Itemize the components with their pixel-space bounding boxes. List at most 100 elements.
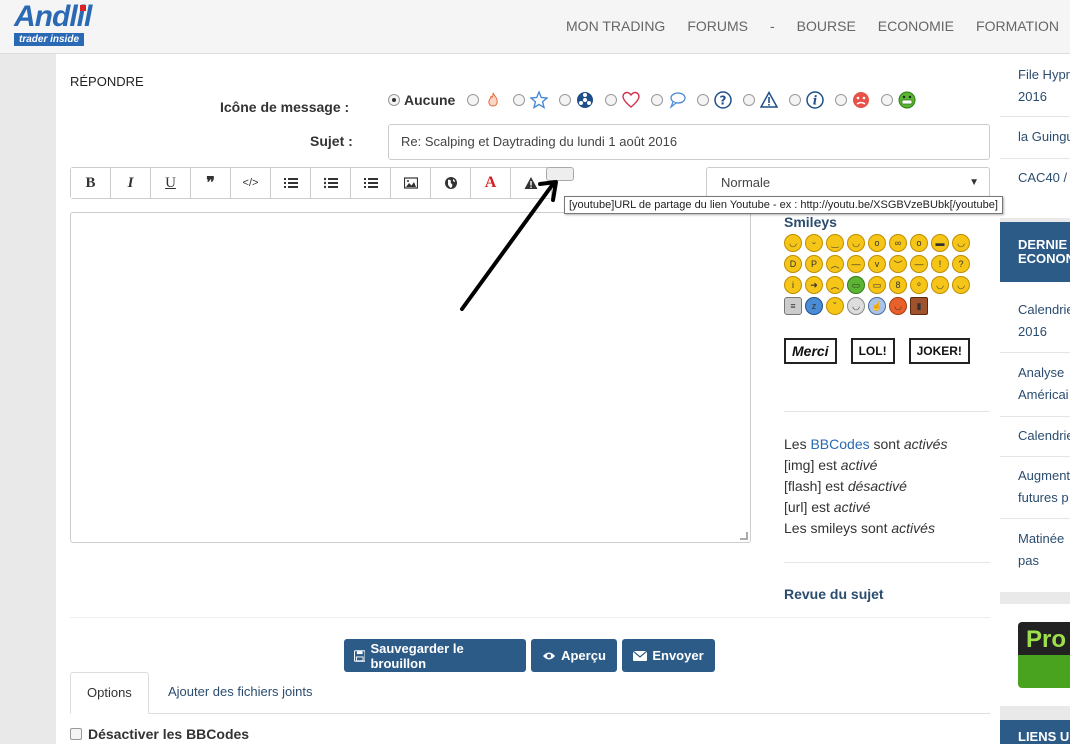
sidebar-item-link[interactable]: CAC40 / [1018,167,1067,189]
smiley-teeth-icon[interactable]: ▭ [868,276,886,294]
italic-button[interactable]: I [111,168,151,198]
smiley-glasses-icon[interactable]: ∞ [889,234,907,252]
smiley-orange-icon[interactable]: ◡ [889,297,907,315]
smiley-sign-icon[interactable]: ▮ [910,297,928,315]
icon-radio-warning[interactable] [743,94,756,106]
nav-mon-trading[interactable]: MON TRADING [555,18,676,34]
sidebar-item-link[interactable]: Américai [1018,384,1069,406]
smiley-tongue-icon[interactable]: P [805,255,823,273]
smiley-arrow-icon[interactable]: ➜ [805,276,823,294]
quote-button[interactable]: ❞ [191,168,231,198]
icon-radio-question[interactable] [697,94,710,106]
nav-economie[interactable]: ECONOMIE [867,18,965,34]
smiley-angry-icon[interactable]: ︶ [889,255,907,273]
list-button[interactable] [271,168,311,198]
bbcodes-link[interactable]: BBCodes [810,436,869,452]
preview-button[interactable]: Aperçu [531,639,617,672]
sidebar-item-link[interactable]: Calendrie [1018,425,1070,447]
icon-radio-info[interactable] [789,94,802,106]
smiley-robot-icon[interactable]: ≡ [784,297,802,315]
icon-radio-grin[interactable] [881,94,894,106]
smiley-laugh-icon[interactable]: ◡ [784,234,802,252]
smiley-surprised-icon[interactable]: o [910,234,928,252]
sidebar-item-link[interactable]: la Guingu [1018,126,1070,148]
font-color-button[interactable]: A [471,168,511,198]
ordered-list-button[interactable] [311,168,351,198]
smiley-joker-sign[interactable]: JOKER! [908,338,970,364]
sidebar-item-link[interactable]: Matinée [1018,528,1064,550]
smiley-green-icon[interactable]: ▭ [847,276,865,294]
bold-button[interactable]: B [71,168,111,198]
disable-bbcode-checkbox[interactable] [70,728,82,740]
site-logo[interactable]: Andlil trader inside [14,2,92,52]
link-button[interactable] [431,168,471,198]
sidebar-item-link[interactable]: File Hypr [1018,64,1070,86]
tab-options[interactable]: Options [70,672,149,714]
sidebar-item-link[interactable]: futures p [1018,487,1069,509]
smiley-builder-icon[interactable]: ◡ [952,276,970,294]
smiley-wink-icon[interactable]: ‿ [826,234,844,252]
list-item-button[interactable] [351,168,391,198]
smiley-question-icon[interactable]: ? [952,255,970,273]
reply-form-panel: RÉPONDRE Icône de message : Aucune ? i S… [56,54,1003,744]
sidebar-block-economie: Calendrie 2016 Analyse Américai Calendri… [1000,282,1070,592]
send-button[interactable]: Envoyer [622,639,715,672]
icon-radio-speech[interactable] [651,94,664,106]
smiley-thumbsup-icon[interactable]: ☝ [868,297,886,315]
smiley-neutral-icon[interactable]: — [847,255,865,273]
sidebar-item-link[interactable]: 2016 [1018,86,1047,108]
smiley-blank-icon[interactable]: — [910,255,928,273]
smiley-merci-sign[interactable]: Merci [784,338,837,364]
smiley-grey-icon[interactable]: ◡ [847,297,865,315]
smiley-lol-sign[interactable]: LOL! [850,338,895,364]
sidebar-item-link[interactable]: Analyse [1018,362,1064,384]
divider [1000,116,1070,117]
youtube-button[interactable] [546,167,574,181]
sidebar-item-link[interactable]: 2016 [1018,321,1047,343]
smiley-nerd-icon[interactable]: 8 [889,276,907,294]
icon-radio-heart[interactable] [605,94,618,106]
smiley-cowboy-icon[interactable]: ◡ [931,276,949,294]
envelope-icon [633,650,648,661]
sidebar-item-link[interactable]: Augment [1018,465,1070,487]
sidebar-item-link[interactable]: pas [1018,550,1039,572]
sidebar-item-link[interactable]: Calendrie [1018,299,1070,321]
image-button[interactable] [391,168,431,198]
smiley-whistle-icon[interactable]: ᵒ [910,276,928,294]
smiley-bigsmile-icon[interactable]: D [784,255,802,273]
icon-radio-star[interactable] [513,94,526,106]
smiley-idea-icon[interactable]: i [784,276,802,294]
resize-grip[interactable] [740,532,748,540]
smiley-devil-icon[interactable]: v [868,255,886,273]
question-icon: ? [713,90,733,110]
code-button[interactable]: </> [231,168,271,198]
smiley-grin-icon[interactable]: ᵕ [805,234,823,252]
smiley-sad-icon[interactable]: ︵ [826,276,844,294]
smiley-sleep-icon[interactable]: z [805,297,823,315]
topic-review-link[interactable]: Revue du sujet [784,586,884,602]
icon-radio-angry[interactable] [835,94,848,106]
nav-bourse[interactable]: BOURSE [786,18,867,34]
save-draft-button[interactable]: Sauvegarder le brouillon [344,639,526,672]
smiley-exclaim-icon[interactable]: ! [931,255,949,273]
smileys-title: Smileys [784,214,837,230]
subject-input[interactable]: Re: Scalping et Daytrading du lundi 1 ao… [388,124,990,160]
icon-radio-none[interactable] [388,94,400,106]
smiley-smile-icon[interactable]: ◡ [847,234,865,252]
warning-tag-button[interactable] [511,168,551,198]
message-textarea[interactable] [70,212,751,543]
underline-button[interactable]: U [151,168,191,198]
smiley-happy-icon[interactable]: ◡ [952,234,970,252]
smiley-pensive-icon[interactable]: ˘ [826,297,844,315]
smiley-mad-icon[interactable]: ︵ [826,255,844,273]
icon-radio-radioactive[interactable] [559,94,572,106]
tab-attachments[interactable]: Ajouter des fichiers joints [152,672,329,714]
font-size-select[interactable]: Normale ▼ [706,167,990,199]
icon-radio-fire[interactable] [467,94,480,106]
smiley-cool-icon[interactable]: ▬ [931,234,949,252]
nav-formation[interactable]: FORMATION [965,18,1070,34]
nav-forums[interactable]: FORUMS [676,18,759,34]
smiley-shock-icon[interactable]: o [868,234,886,252]
promo-banner[interactable]: Pro [1018,622,1070,688]
sidebar-block-forum: File Hypr 2016 la Guingu CAC40 / [1000,54,1070,218]
